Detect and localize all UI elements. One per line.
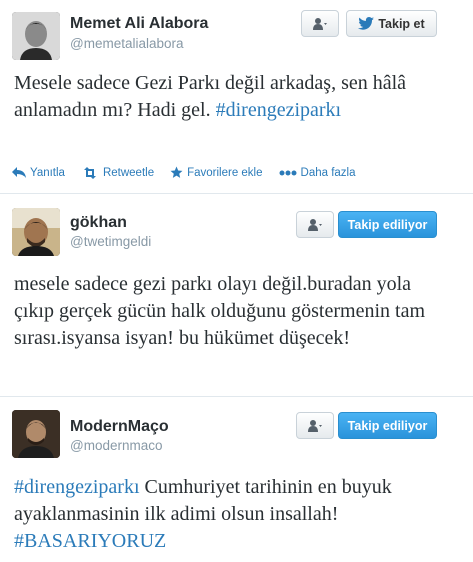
avatar-image — [12, 12, 60, 60]
user-actions-button[interactable] — [301, 10, 339, 37]
author-handle[interactable]: @modernmaco — [70, 438, 163, 453]
tweet-actions: Yanıtla Retweetle Favorilere ekle Daha f… — [12, 166, 356, 179]
favorite-action[interactable]: Favorilere ekle — [170, 166, 263, 179]
more-dots-icon — [279, 170, 297, 175]
reply-action[interactable]: Yanıtla — [12, 167, 65, 179]
following-button-label: Takip ediliyor — [347, 217, 428, 232]
user-dropdown-icon — [308, 419, 322, 432]
avatar-image — [12, 410, 60, 458]
author-name[interactable]: ModernMaço — [70, 418, 169, 436]
tweet-3: ModernMaço @modernmaco Takip ediliyor #d… — [0, 398, 473, 562]
hashtag-link[interactable]: #BASARIYORUZ — [14, 530, 166, 552]
following-button[interactable]: Takip ediliyor — [338, 412, 437, 439]
twitter-bird-icon — [358, 17, 375, 30]
hashtag-link[interactable]: #direngeziparkı — [14, 476, 140, 498]
star-icon — [170, 166, 183, 178]
user-dropdown-icon — [313, 17, 327, 30]
tweet-2: gökhan @twetimgeldi Takip ediliyor mesel… — [0, 196, 473, 396]
tweet-divider — [0, 193, 473, 194]
tweet-text-body: Mesele sadece Gezi Parkı değil arkadaş, … — [14, 72, 407, 121]
author-handle[interactable]: @twetimgeldi — [70, 234, 151, 249]
tweet-divider — [0, 396, 473, 397]
more-action[interactable]: Daha fazla — [279, 167, 356, 179]
tweet-text: mesele sadece gezi parkı olayı değil.bur… — [14, 273, 426, 349]
tweet-1: Memet Ali Alabora @memetalialabora Takip… — [0, 0, 473, 190]
tweet-text: #direngeziparkı Cumhuriyet tarihinin en … — [14, 474, 424, 555]
hashtag-link[interactable]: #direngeziparkı — [216, 99, 342, 121]
follow-button[interactable]: Takip et — [346, 10, 437, 37]
retweet-icon — [83, 166, 96, 179]
avatar-memetalialabora[interactable] — [12, 12, 60, 60]
retweet-label: Retweetle — [102, 166, 155, 179]
retweet-action[interactable]: Retweetle — [81, 166, 155, 179]
user-actions-button[interactable] — [296, 412, 334, 439]
avatar-modernmaco[interactable] — [12, 410, 60, 458]
more-label: Daha fazla — [300, 166, 356, 179]
user-actions-button[interactable] — [296, 211, 334, 238]
follow-button-label: Takip et — [378, 16, 425, 31]
avatar-twetimgeldi[interactable] — [12, 208, 60, 256]
tweet-text: Mesele sadece Gezi Parkı değil arkadaş, … — [14, 70, 434, 124]
favorite-label: Favorilere ekle — [187, 166, 263, 179]
author-name[interactable]: gökhan — [70, 214, 127, 232]
user-dropdown-icon — [308, 218, 322, 231]
reply-icon — [12, 167, 26, 178]
author-name[interactable]: Memet Ali Alabora — [70, 15, 208, 33]
avatar-image — [12, 208, 60, 256]
reply-label: Yanıtla — [30, 166, 65, 179]
author-handle[interactable]: @memetalialabora — [70, 36, 184, 51]
following-button-label: Takip ediliyor — [347, 418, 428, 433]
following-button[interactable]: Takip ediliyor — [338, 211, 437, 238]
